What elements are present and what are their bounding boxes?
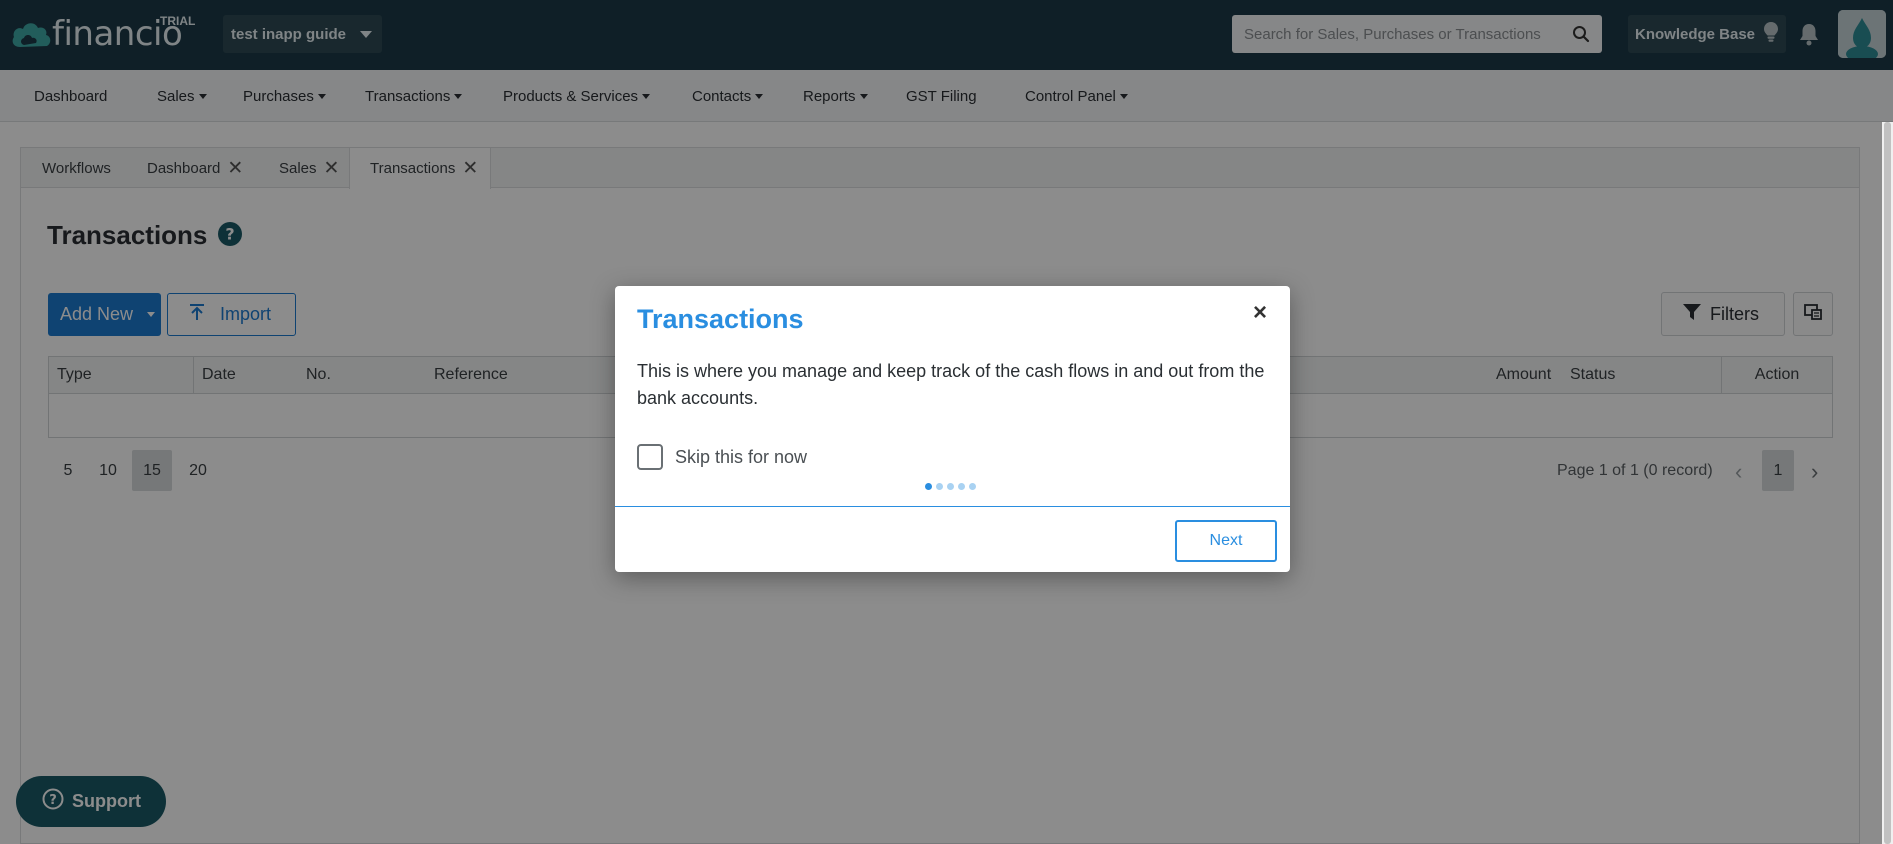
step-dot[interactable] <box>969 483 976 490</box>
next-button[interactable]: Next <box>1175 520 1277 562</box>
page-scrollbar[interactable] <box>1882 122 1893 844</box>
step-indicator <box>925 483 976 490</box>
close-icon[interactable]: × <box>1253 299 1267 327</box>
modal-description: This is where you manage and keep track … <box>637 361 1265 408</box>
step-dot-active[interactable] <box>925 483 932 490</box>
modal-title: Transactions <box>637 304 804 334</box>
step-dot[interactable] <box>936 483 943 490</box>
step-dot[interactable] <box>958 483 965 490</box>
guide-modal: Transactions × This is where you manage … <box>615 286 1290 572</box>
skip-label: Skip this for now <box>675 446 808 467</box>
modal-divider <box>615 506 1290 507</box>
skip-checkbox[interactable] <box>637 444 663 470</box>
scrollbar-thumb[interactable] <box>1884 122 1891 844</box>
step-dot[interactable] <box>947 483 954 490</box>
skip-checkbox-row[interactable]: Skip this for now <box>637 444 807 470</box>
